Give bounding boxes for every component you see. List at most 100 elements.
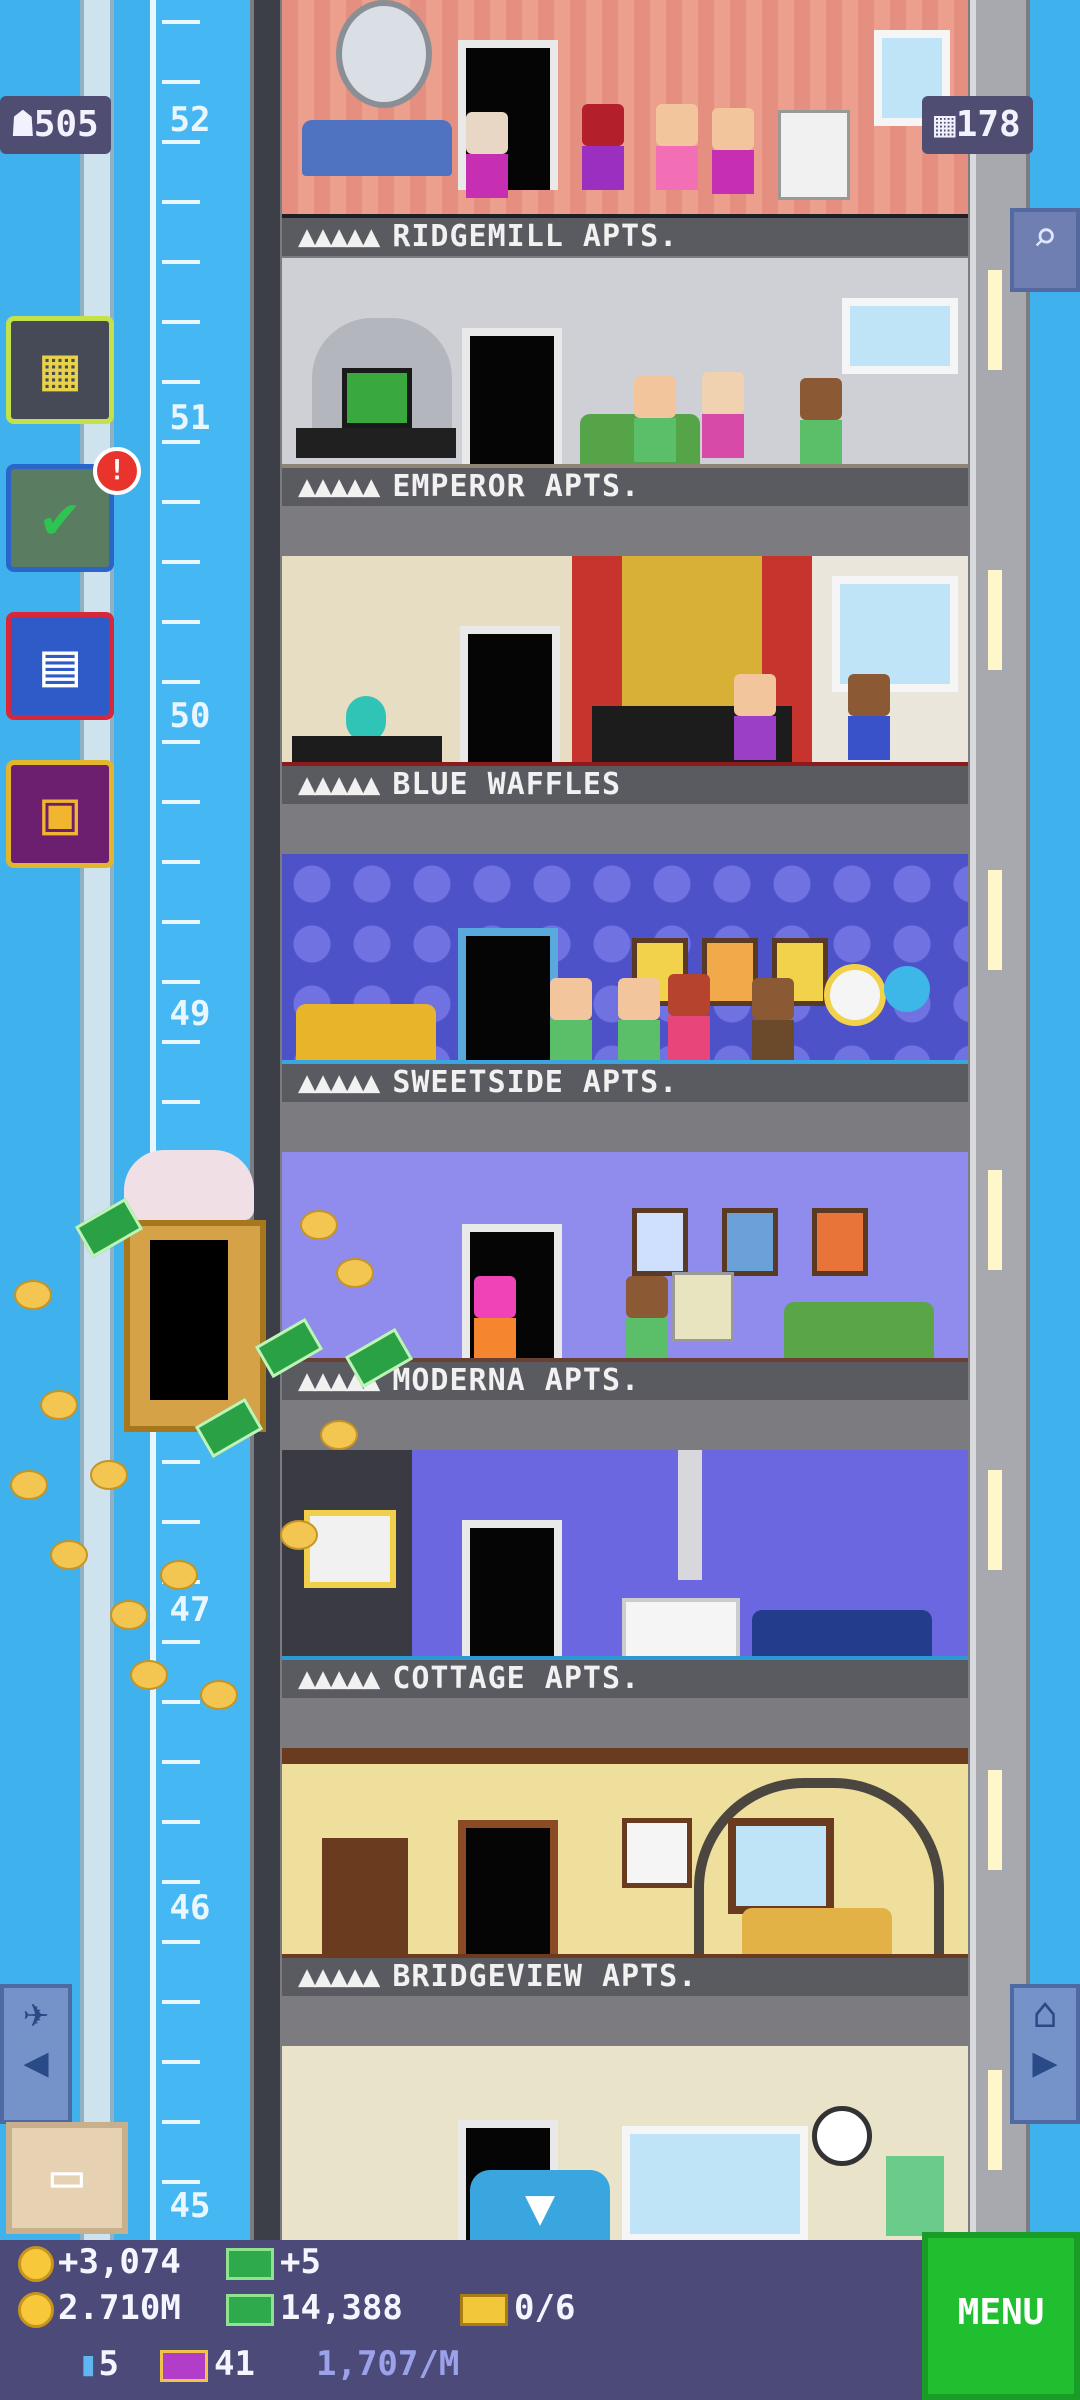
floor-name: MODERNA APTS. (392, 1363, 641, 1398)
bux-icon (226, 2293, 274, 2326)
coin-icon[interactable] (160, 1560, 198, 1590)
bux-icon (226, 2247, 274, 2280)
calendar-button[interactable]: ▤ (6, 612, 114, 720)
checklist-icon: ✔ (41, 482, 79, 552)
coin-icon[interactable] (10, 1470, 48, 1500)
resident[interactable] (634, 376, 676, 462)
shaft-tick (162, 1880, 200, 1884)
grid-building-icon: ▦ (41, 334, 79, 404)
scroll-down-button[interactable]: ▼ (470, 2170, 610, 2244)
resident[interactable] (668, 974, 710, 1060)
missions-button[interactable]: ✔ ! (6, 447, 141, 572)
fridge-icon (886, 2156, 944, 2236)
shaft-tick (162, 1640, 200, 1644)
apartment-door[interactable] (462, 328, 562, 478)
floor-name: BLUE WAFFLES (392, 767, 622, 802)
coin-icon[interactable] (14, 1280, 52, 1310)
floor-label: ▲▲▲▲▲ SWEETSIDE APTS. (282, 1064, 968, 1102)
box-icon: ▭ (50, 2144, 84, 2207)
floor-cottage[interactable]: ▲▲▲▲▲ COTTAGE APTS. (282, 1450, 968, 1698)
resident[interactable] (466, 112, 508, 198)
tower-light (988, 2070, 1002, 2170)
star-rating: ▲▲▲▲▲ (298, 219, 380, 254)
home-button[interactable]: ⌂ ▶ (1010, 1984, 1080, 2124)
build-floor-button[interactable]: ▦ (6, 316, 114, 424)
coin-icon[interactable] (200, 1680, 238, 1710)
shaft-tick (162, 860, 200, 864)
floor-sweetside[interactable]: ▲▲▲▲▲ SWEETSIDE APTS. (282, 854, 968, 1102)
resident[interactable] (656, 104, 698, 190)
floor-label: ▲▲▲▲▲ RIDGEMILL APTS. (282, 218, 968, 256)
coin-icon[interactable] (90, 1460, 128, 1490)
floor-ridgemill[interactable]: ▲▲▲▲▲ RIDGEMILL APTS. (282, 0, 968, 256)
population-value: 505 (33, 104, 99, 145)
resident[interactable] (474, 1276, 516, 1362)
coin-icon[interactable] (320, 1420, 358, 1450)
shaft-tick (162, 2060, 200, 2064)
coin-icon (18, 2291, 54, 2328)
floor-label: ▲▲▲▲▲ EMPEROR APTS. (282, 468, 968, 506)
tickets-counter[interactable]: 0/6 (460, 2288, 575, 2328)
picture-frame (622, 1818, 692, 1888)
shaft-tick (162, 80, 200, 84)
floor-name: COTTAGE APTS. (392, 1661, 641, 1696)
shaft-tick (162, 140, 200, 144)
coin-icon (18, 2245, 54, 2282)
coin-icon[interactable] (110, 1600, 148, 1630)
person-icon: ☗ (12, 104, 34, 145)
flower-icon (824, 964, 886, 1026)
inventory-crate-button[interactable]: ▭ (6, 2122, 128, 2234)
stove-icon (778, 110, 850, 200)
coin-icon[interactable] (300, 1210, 338, 1240)
floor-number: 52 (169, 100, 211, 140)
magnifier-icon: ⌕ (1032, 212, 1058, 261)
resident[interactable] (618, 978, 660, 1064)
resident[interactable] (712, 108, 754, 194)
resident[interactable] (752, 978, 794, 1064)
vip-icon (160, 2349, 208, 2382)
shaft-tick (162, 1700, 200, 1704)
resident[interactable] (848, 674, 890, 760)
floor-number: 47 (169, 1590, 211, 1630)
tower-light (988, 1170, 1002, 1270)
resident[interactable] (582, 104, 624, 190)
floor-partial[interactable] (282, 2046, 968, 2240)
star-rating: ▲▲▲▲▲ (298, 1959, 380, 1994)
apartment-door[interactable] (460, 626, 560, 776)
shaft-tick (162, 380, 200, 384)
status-bar: +3,074 +5 2.710M 14,388 0/6 ▮5 41 1,707/… (0, 2240, 1080, 2400)
floor-blue-waffles[interactable]: ▲▲▲▲▲ BLUE WAFFLES (282, 556, 968, 804)
floor-bridgeview[interactable]: ▲▲▲▲▲ BRIDGEVIEW APTS. (282, 1748, 968, 1996)
resident[interactable] (734, 674, 776, 760)
keys-counter: ▮5 (78, 2344, 119, 2384)
resident[interactable] (702, 372, 744, 458)
coin-icon[interactable] (130, 1660, 168, 1690)
apartment-door[interactable] (462, 1520, 562, 1670)
resident[interactable] (626, 1276, 668, 1362)
floor-emperor[interactable]: ▲▲▲▲▲ EMPEROR APTS. (282, 258, 968, 506)
shaft-tick (162, 800, 200, 804)
search-button[interactable]: ⌕ (1010, 208, 1080, 292)
window-icon (728, 1818, 834, 1914)
apartment-door[interactable] (458, 928, 558, 1078)
menu-button[interactable]: MENU (922, 2232, 1080, 2400)
vip-counter: 41 (160, 2344, 255, 2384)
coin-icon[interactable] (50, 1540, 88, 1570)
sofa-icon (302, 120, 452, 176)
gift-button[interactable]: ▣ (6, 760, 114, 868)
floor-counter[interactable]: ▦178 (922, 96, 1033, 154)
gift-icon: ▣ (41, 778, 79, 848)
window-icon (842, 298, 958, 374)
coin-icon[interactable] (336, 1258, 374, 1288)
population-counter[interactable]: ☗505 (0, 96, 111, 154)
floor-number: 50 (169, 696, 211, 736)
visit-tower-button[interactable]: ✈ ◀ (0, 1984, 72, 2124)
coin-icon[interactable] (280, 1520, 318, 1550)
shaft-tick (162, 2000, 200, 2004)
resident[interactable] (800, 378, 842, 464)
coin-icon[interactable] (40, 1390, 78, 1420)
apartment-door[interactable] (458, 1820, 558, 1970)
resident[interactable] (550, 978, 592, 1064)
calendar-icon: ▤ (41, 630, 79, 700)
key-icon: ▮ (78, 2344, 99, 2384)
